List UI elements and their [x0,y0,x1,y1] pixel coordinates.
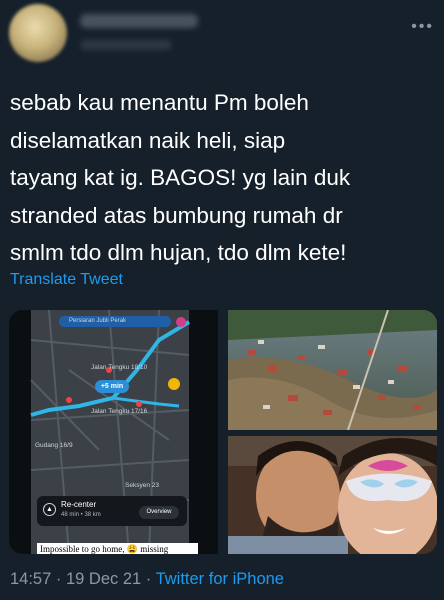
media-grid: Persiaran Jubli Perak +5 min Jalan Tengk… [9,310,437,554]
handle-redacted[interactable] [80,40,172,50]
map-street-label: Jalan Tengku 18/10 [91,364,148,371]
translate-tweet-link[interactable]: Translate Tweet [10,271,123,289]
tweet-text: sebab kau menantu Pm boleh diselamatkan … [10,90,351,265]
flood-aerial-graphic [228,310,437,431]
overview-button[interactable]: Overview [139,506,179,519]
map-caption: Impossible to go home, 😩 missing [37,543,198,554]
tweet-metadata: 14:57 · 19 Dec 21 · Twitter for iPhone [10,570,284,589]
eta-pill: +5 min [95,380,129,393]
map-street-label: Seksyen 23 [125,482,159,489]
flood-aerial-image[interactable] [228,310,437,431]
map-screenshot-image[interactable]: Persiaran Jubli Perak +5 min Jalan Tengk… [9,310,218,554]
family-photo-image[interactable] [228,436,437,554]
family-photo-graphic [228,436,437,554]
recenter-label: Re-center [61,500,97,509]
navigation-icon: ▲ [43,503,56,516]
separator-dot: · [55,570,66,588]
display-name-redacted[interactable] [80,14,198,28]
avatar[interactable] [9,4,67,62]
separator-dot: · [145,570,156,588]
map-top-label: Persiaran Jubli Perak [69,318,127,324]
tweet-source-link[interactable]: Twitter for iPhone [156,570,284,588]
route-summary: 48 min • 38 km [61,512,101,518]
map-street-label: Jalan Tengku 17/16 [91,408,148,415]
tweet-time: 14:57 [10,570,52,588]
tweet-date: 19 Dec 21 [65,570,142,588]
more-options-icon[interactable]: ••• [411,18,434,36]
map-street-label: Gudang 16/9 [35,442,73,449]
